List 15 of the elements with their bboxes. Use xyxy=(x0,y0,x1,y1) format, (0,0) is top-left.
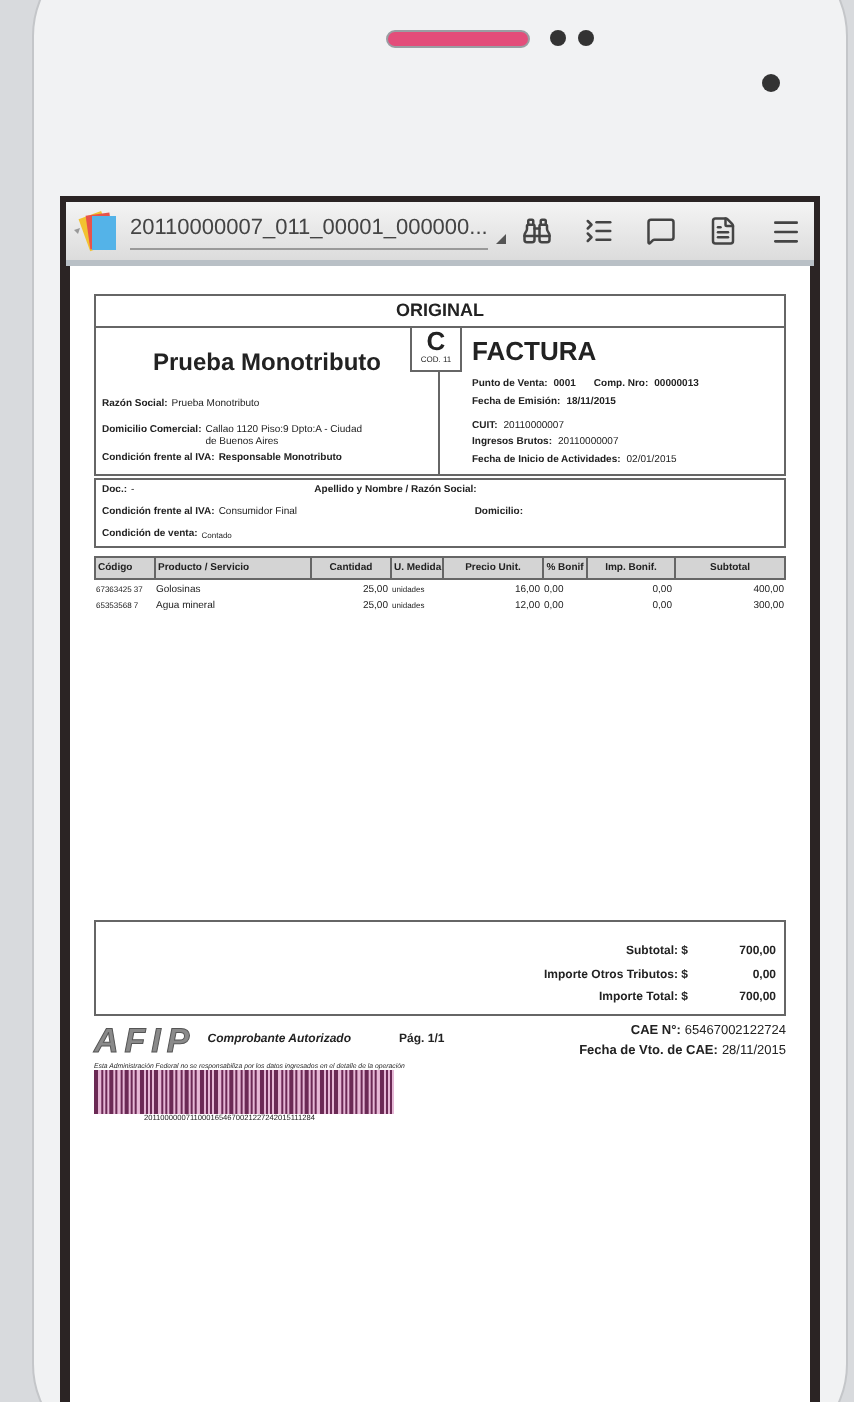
document-stack-icon[interactable] xyxy=(70,209,122,253)
camera-icon xyxy=(762,74,780,92)
menu-icon[interactable] xyxy=(770,215,802,247)
dropdown-corner-icon[interactable] xyxy=(495,234,506,244)
invoice-letter: C xyxy=(426,328,446,355)
company-name: Prueba Monotributo xyxy=(153,348,381,377)
file-name[interactable]: 20110000007_011_00001_000000... xyxy=(130,212,488,250)
copy-header: ORIGINAL xyxy=(396,300,484,320)
speaker-grille xyxy=(386,30,530,48)
document-icon[interactable] xyxy=(708,216,738,246)
document-type: FACTURA xyxy=(472,336,597,367)
agency-logo: AFIP xyxy=(94,1023,196,1058)
search-icon[interactable] xyxy=(522,216,552,246)
comment-icon[interactable] xyxy=(646,216,676,246)
outline-icon[interactable] xyxy=(584,216,614,246)
